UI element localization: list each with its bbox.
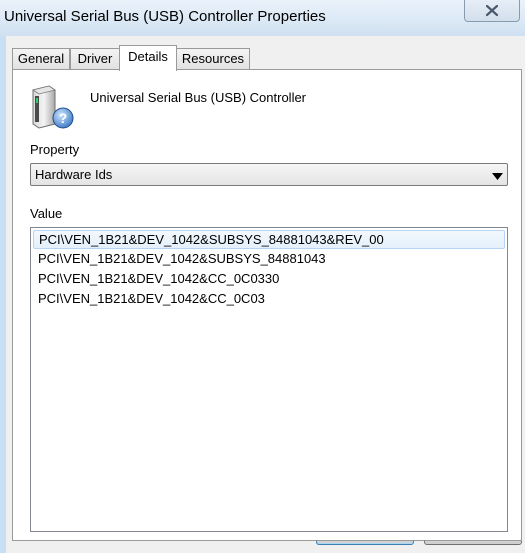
- title-bar[interactable]: Universal Serial Bus (USB) Controller Pr…: [0, 0, 525, 36]
- property-dropdown[interactable]: Hardware Ids: [30, 163, 508, 186]
- property-label: Property: [30, 142, 80, 157]
- tab-general[interactable]: General: [12, 48, 70, 69]
- list-item[interactable]: PCI\VEN_1B21&DEV_1042&CC_0C0330: [33, 270, 505, 289]
- chevron-down-icon: [492, 170, 503, 184]
- tab-resources[interactable]: Resources: [176, 48, 250, 69]
- details-panel: ? Universal Serial Bus (USB) Controller …: [12, 69, 522, 541]
- usb-device-help-icon: ?: [27, 84, 77, 132]
- tab-driver[interactable]: Driver: [70, 48, 120, 69]
- svg-text:?: ?: [59, 110, 68, 126]
- dialog-client-area: General Driver Details Resources ? Unive…: [6, 36, 525, 553]
- value-listbox[interactable]: PCI\VEN_1B21&DEV_1042&SUBSYS_84881043&RE…: [30, 227, 508, 532]
- value-label: Value: [30, 206, 63, 221]
- property-dropdown-value: Hardware Ids: [35, 167, 113, 182]
- properties-window: Universal Serial Bus (USB) Controller Pr…: [0, 0, 525, 553]
- list-item[interactable]: PCI\VEN_1B21&DEV_1042&CC_0C03: [33, 290, 505, 309]
- list-item[interactable]: PCI\VEN_1B21&DEV_1042&SUBSYS_84881043&RE…: [33, 230, 505, 249]
- tab-details[interactable]: Details: [119, 45, 177, 71]
- window-title: Universal Serial Bus (USB) Controller Pr…: [4, 8, 326, 25]
- close-icon: [485, 4, 499, 17]
- close-button[interactable]: [464, 0, 520, 22]
- list-item[interactable]: PCI\VEN_1B21&DEV_1042&SUBSYS_84881043: [33, 250, 505, 269]
- device-name: Universal Serial Bus (USB) Controller: [90, 90, 307, 105]
